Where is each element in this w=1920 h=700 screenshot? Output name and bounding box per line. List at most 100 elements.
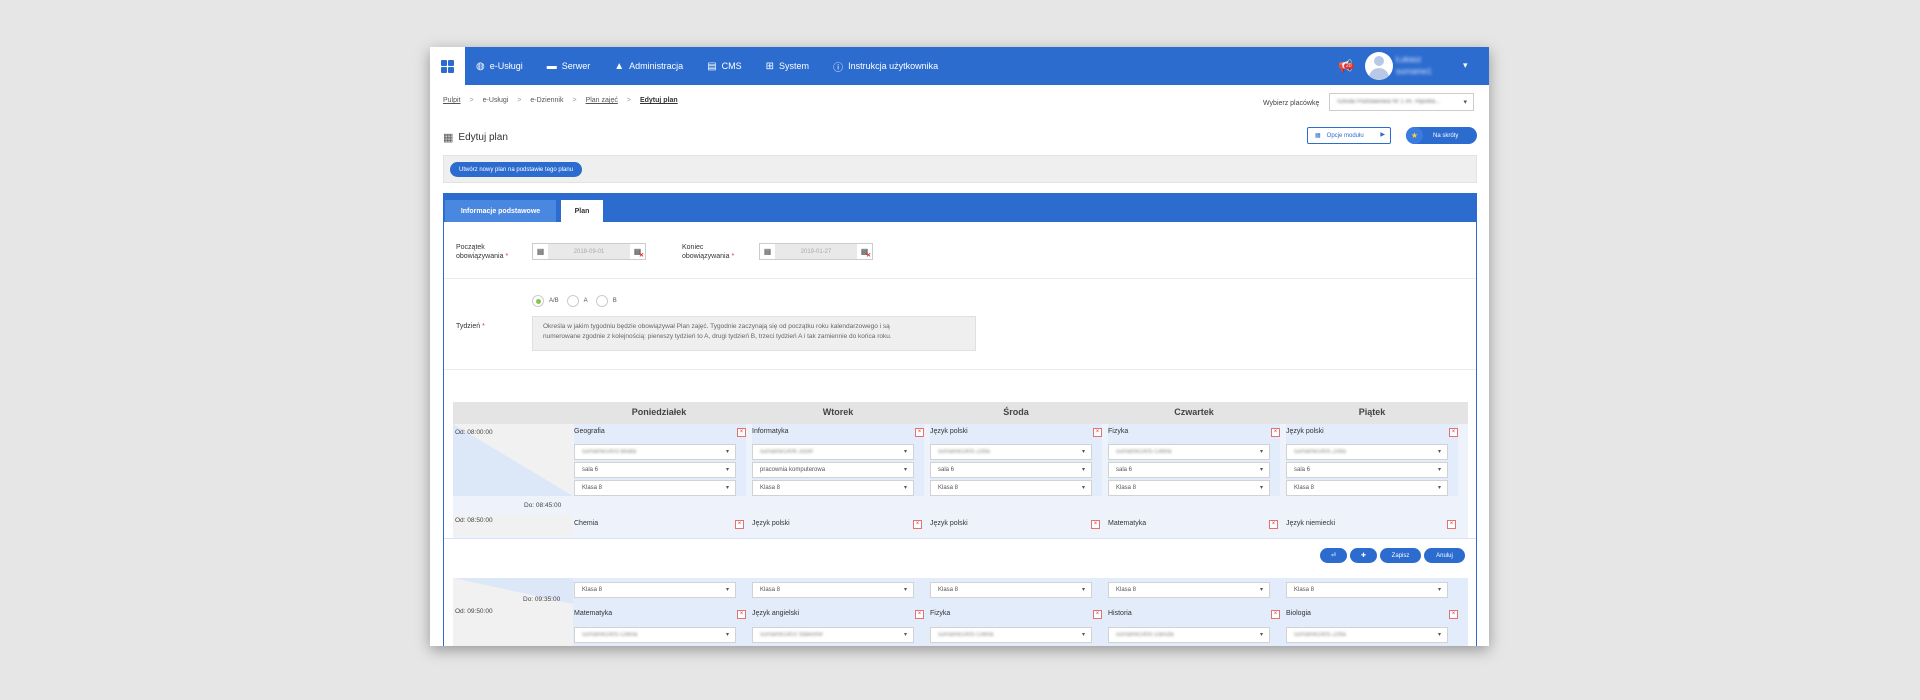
user-avatar[interactable] [1365, 52, 1393, 80]
calendar-icon[interactable]: ▦ [533, 244, 548, 259]
hint-line: Określa w jakim tygodniu będzie obowiązy… [543, 323, 890, 330]
remove-lesson-icon[interactable]: × [1447, 520, 1456, 529]
teacher-select[interactable]: surname1405 Celina ▾ [1108, 444, 1270, 460]
remove-lesson-icon[interactable]: × [735, 520, 744, 529]
remove-lesson-icon[interactable]: × [737, 610, 746, 619]
calendar-icon[interactable]: ▦ [760, 244, 775, 259]
end-date-field[interactable]: ▦ 2019-01-27 ▦ ✕ [759, 243, 873, 260]
teacher-select[interactable]: surname1403 Sławomir ▾ [752, 627, 914, 643]
nav-item-cms[interactable]: ▤ CMS [707, 61, 741, 72]
facility-select-value: Szkoła Podstawowa Nr 1 im. Hipolita... [1337, 99, 1441, 105]
remove-lesson-icon[interactable]: × [913, 520, 922, 529]
breadcrumb-e-dziennik[interactable]: e-Dziennik [530, 97, 563, 104]
class-select[interactable]: Klasa 8 ▾ [930, 582, 1092, 598]
cancel-button[interactable]: Anuluj [1424, 548, 1465, 563]
chevron-down-icon: ▾ [725, 449, 729, 455]
breadcrumb-separator: > [469, 97, 474, 104]
teacher-select[interactable]: surname1405 Celina ▾ [930, 627, 1092, 643]
class-select[interactable]: Klasa 8 ▾ [1286, 582, 1448, 598]
clear-date-icon[interactable]: ▦ ✕ [857, 244, 872, 259]
class-select[interactable]: Klasa 8 ▾ [1286, 480, 1448, 496]
week-option-label: B [612, 298, 617, 304]
remove-lesson-icon[interactable]: × [737, 428, 746, 437]
remove-lesson-icon[interactable]: × [1449, 610, 1458, 619]
start-date-field[interactable]: ▦ 2018-09-01 ▦ ✕ [532, 243, 646, 260]
lesson-cell-tuesday: Informatyka × surname1406 Józef ▾ pracownia … [752, 424, 924, 496]
chevron-down-icon: ▾ [725, 632, 729, 638]
facility-select[interactable]: Szkoła Podstawowa Nr 1 im. Hipolita... ▾ [1329, 93, 1474, 111]
room-select[interactable]: sala 6 ▾ [1286, 462, 1448, 478]
class-select[interactable]: Klasa 8 ▾ [752, 480, 914, 496]
room-select[interactable]: pracownia komputerowa ▾ [752, 462, 914, 478]
chevron-down-icon: ▾ [1081, 632, 1085, 638]
chevron-down-icon: ▾ [1437, 485, 1441, 491]
week-option-label: A/B [549, 298, 559, 304]
nav-item-e-uslugi[interactable]: ◍ e-Usługi [476, 61, 523, 72]
remove-lesson-icon[interactable]: × [1449, 428, 1458, 437]
nav-item-label: System [779, 61, 810, 71]
teacher-select[interactable]: surname1405 Zofia ▾ [930, 444, 1092, 460]
week-radio-b[interactable]: B [595, 295, 617, 307]
day-header-tuesday: Wtorek [822, 407, 854, 417]
remove-lesson-icon[interactable]: × [1271, 428, 1280, 437]
class-select[interactable]: Klasa 8 ▾ [574, 480, 736, 496]
remove-lesson-icon[interactable]: × [1091, 520, 1100, 529]
week-radio-a[interactable]: A [566, 295, 588, 307]
teacher-select[interactable]: surname1405 Celina ▾ [574, 627, 736, 643]
class-select[interactable]: Klasa 8 ▾ [574, 582, 736, 598]
teacher-select[interactable]: surname1405 Zofia ▾ [1286, 627, 1448, 643]
nav-item-serwer[interactable]: ▬ Serwer [547, 61, 591, 72]
class-select[interactable]: Klasa 8 ▾ [752, 582, 914, 598]
shortcuts-button[interactable]: ★ Na skróty [1406, 127, 1477, 144]
class-select[interactable]: Klasa 8 ▾ [1108, 582, 1270, 598]
teacher-select-value: surname1403 Sławomir [760, 632, 824, 638]
slot-from-time: Od: 08:50:00 [455, 517, 493, 524]
add-lesson-button[interactable]: ✚ [1350, 548, 1377, 563]
nav-item-instrukcja[interactable]: ⓘ Instrukcja użytkownika [833, 59, 938, 74]
app-logo[interactable] [430, 47, 465, 85]
tab-plan[interactable]: Plan [561, 200, 603, 222]
room-select[interactable]: sala 6 ▾ [1108, 462, 1270, 478]
remove-lesson-icon[interactable]: × [915, 610, 924, 619]
nav-item-administracja[interactable]: ▲ Administracja [614, 61, 683, 72]
user-menu-chevron-icon[interactable]: ▾ [1463, 60, 1468, 71]
remove-lesson-icon[interactable]: × [1093, 610, 1102, 619]
remove-lesson-icon[interactable]: × [915, 428, 924, 437]
user-name[interactable]: Łukasz surname1 [1396, 54, 1432, 78]
action-toolbar: Utwórz nowy plan na podstawie tego planu [443, 155, 1477, 183]
breadcrumb-e-uslugi[interactable]: e-Usługi [483, 97, 509, 104]
lesson-subject: Historia [1108, 610, 1132, 617]
teacher-select-value: surname1405 Celina [1116, 449, 1172, 455]
teacher-select[interactable]: surname1406 Józef ▾ [752, 444, 914, 460]
back-button[interactable]: ⏎ [1320, 548, 1347, 563]
breadcrumb-separator: > [626, 97, 631, 104]
chevron-down-icon: ▾ [903, 449, 907, 455]
day-header-thursday: Czwartek [1174, 407, 1214, 417]
room-select-value: sala 6 [1116, 467, 1133, 473]
info-icon: ⓘ [833, 62, 844, 74]
remove-lesson-icon[interactable]: × [1093, 428, 1102, 437]
teacher-select[interactable]: surname1405 Zofia ▾ [1286, 444, 1448, 460]
teacher-select[interactable]: surname1403 Beata ▾ [574, 444, 736, 460]
remove-lesson-icon[interactable]: × [1269, 520, 1278, 529]
class-select[interactable]: Klasa 8 ▾ [1108, 480, 1270, 496]
week-radio-ab[interactable]: A/B [532, 295, 559, 307]
nav-item-label: Instrukcja użytkownika [848, 61, 939, 71]
breadcrumb-plan-zajec[interactable]: Plan zajęć [586, 97, 618, 104]
class-select-value: Klasa 8 [582, 485, 603, 491]
breadcrumb-pulpit[interactable]: Pulpit [443, 97, 461, 104]
room-select[interactable]: sala 6 ▾ [930, 462, 1092, 478]
module-options-button[interactable]: ▦ Opcje modułu ▶ [1307, 127, 1391, 144]
create-new-plan-button[interactable]: Utwórz nowy plan na podstawie tego planu [450, 162, 583, 177]
tab-basic-info[interactable]: Informacje podstawowe [445, 200, 556, 222]
room-select[interactable]: sala 6 ▾ [574, 462, 736, 478]
save-button[interactable]: Zapisz [1380, 548, 1421, 563]
clear-date-icon[interactable]: ▦ ✕ [630, 244, 645, 259]
nav-item-system[interactable]: ⊞ System [766, 61, 809, 72]
class-select[interactable]: Klasa 8 ▾ [930, 480, 1092, 496]
teacher-select-value: surname1405 Celina [582, 632, 638, 638]
teacher-select[interactable]: surname1405 Danuta ▾ [1108, 627, 1270, 643]
notifications-button[interactable]: 📢 20 [1338, 59, 1354, 73]
timetable-header: Poniedziałek Wtorek Środa Czwartek Piąte… [453, 402, 1468, 424]
remove-lesson-icon[interactable]: × [1271, 610, 1280, 619]
